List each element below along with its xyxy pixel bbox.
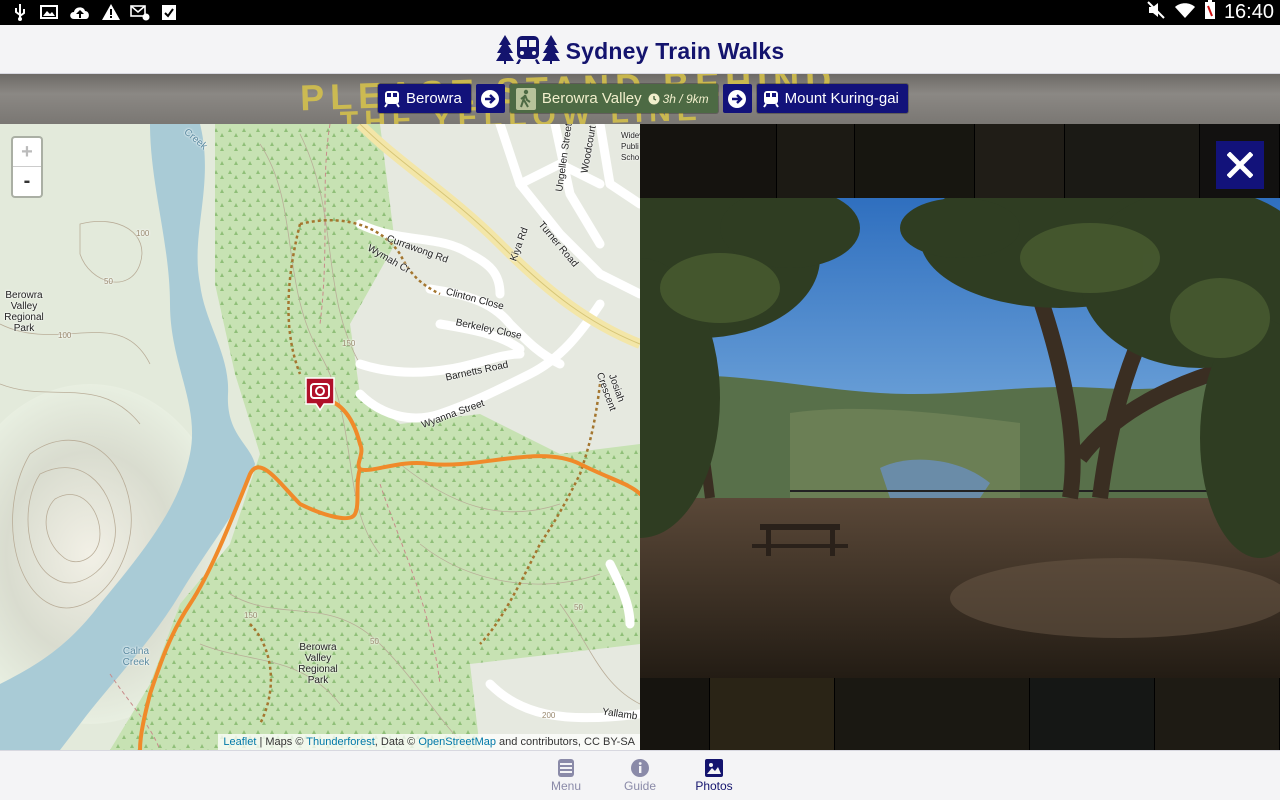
next-arrow-button-2[interactable] [722, 84, 752, 113]
contour-label: 50 [370, 637, 379, 646]
leaflet-link[interactable]: Leaflet [223, 736, 256, 748]
contour-label: 50 [104, 277, 113, 286]
close-icon [1227, 152, 1253, 178]
map-attribution: Leaflet | Maps © Thunderforest, Data © O… [218, 734, 640, 750]
zoom-in-button[interactable]: + [13, 138, 41, 167]
train-icon [384, 90, 400, 108]
nav-guide-label: Guide [623, 779, 657, 793]
attribution-text: | Maps © [256, 736, 307, 748]
photos-icon [705, 759, 723, 777]
tree-icon [541, 35, 560, 64]
train-icon [515, 36, 540, 64]
warning-icon [101, 3, 121, 21]
thumbnail-strip-bottom[interactable] [640, 678, 1280, 750]
app-title: Sydney Train Walks [565, 38, 785, 64]
mute-icon [1146, 1, 1166, 24]
walk-duration: 3h / 9km [648, 92, 709, 106]
photo-viewer [640, 124, 1280, 750]
contour-label: 150 [342, 339, 356, 348]
park-label-bottom: Berowra Valley Regional Park [298, 642, 338, 686]
hiker-icon [515, 87, 536, 110]
photo-thumbnail[interactable] [975, 124, 1065, 198]
thunderforest-link[interactable]: Thunderforest [306, 736, 374, 748]
photo-thumbnail[interactable] [777, 124, 855, 198]
contour-label: 200 [542, 711, 556, 720]
photo-thumbnail[interactable] [1030, 678, 1155, 750]
map[interactable]: Berowra Valley Regional Park Berowra Val… [0, 124, 640, 750]
battery-low-icon [1204, 0, 1216, 25]
menu-icon [558, 759, 574, 777]
start-station-label: Berowra [406, 90, 462, 107]
start-station-chip[interactable]: Berowra [378, 84, 471, 113]
clipboard-check-icon [159, 3, 179, 21]
school-label: Widev Publi Scho [621, 131, 640, 162]
notification-icons [10, 3, 179, 21]
attribution-text: , Data © [374, 736, 419, 748]
nav-menu[interactable]: Menu [536, 759, 596, 793]
photo-thumbnail[interactable] [855, 124, 975, 198]
contour-label: 100 [58, 331, 72, 340]
park-label-left: Berowra Valley Regional Park [4, 290, 44, 334]
app-logo [495, 33, 560, 70]
next-arrow-button[interactable] [475, 84, 505, 113]
walk-chip[interactable]: Berowra Valley 3h / 9km [509, 84, 718, 113]
zoom-control: + - [11, 136, 43, 198]
cloud-upload-icon [68, 3, 92, 21]
photo-thumbnail[interactable] [835, 678, 1030, 750]
end-station-chip[interactable]: Mount Kuring-gai [756, 84, 908, 113]
photo-thumbnail[interactable] [1065, 124, 1200, 198]
info-icon [631, 759, 649, 777]
nav-photos-label: Photos [695, 779, 733, 793]
contour-label: 50 [574, 603, 583, 612]
photo-thumbnail[interactable] [710, 678, 835, 750]
train-icon [762, 90, 779, 108]
bottom-nav: Menu Guide Photos [0, 750, 1280, 800]
close-photo-button[interactable] [1216, 141, 1264, 189]
nav-menu-label: Menu [550, 779, 582, 793]
wifi-icon [1174, 1, 1196, 24]
walk-duration-text: 3h / 9km [662, 91, 709, 106]
nav-guide[interactable]: Guide [610, 759, 670, 793]
photo-thumbnail[interactable] [640, 678, 710, 750]
arrow-right-circle-icon [728, 89, 747, 108]
calna-creek-label: Calna Creek [122, 646, 150, 668]
photo-thumbnail[interactable] [1155, 678, 1280, 750]
image-icon [39, 3, 59, 21]
walk-name: Berowra Valley [541, 90, 642, 107]
attribution-text: and contributors, CC BY-SA [496, 736, 635, 748]
arrow-right-circle-icon [481, 89, 500, 108]
usb-icon [10, 3, 30, 21]
nav-photos[interactable]: Photos [684, 759, 744, 793]
main-photo[interactable] [640, 198, 1280, 678]
brand: Sydney Train Walks [0, 33, 1280, 70]
tree-icon [495, 35, 514, 64]
clock: 16:40 [1223, 1, 1274, 23]
contour-label: 150 [244, 611, 258, 620]
photo-thumbnail[interactable] [640, 124, 777, 198]
zoom-out-button[interactable]: - [13, 167, 41, 196]
route-bar: PLEASE STAND BEHIND THE YELLOW LINE Bero… [0, 74, 1280, 124]
system-icons: 16:40 [1146, 0, 1274, 25]
status-bar: 16:40 [0, 0, 1280, 25]
app-header: Sydney Train Walks [0, 25, 1280, 74]
route-summary: Berowra Berowra Valley 3h / 9km Mount Ku… [378, 84, 908, 113]
openstreetmap-link[interactable]: OpenStreetMap [418, 736, 496, 748]
clock-icon [648, 93, 660, 104]
thumbnail-strip-top[interactable] [640, 124, 1280, 198]
contour-label: 100 [136, 229, 150, 238]
end-station-label: Mount Kuring-gai [784, 90, 899, 107]
mail-settings-icon [130, 3, 150, 21]
